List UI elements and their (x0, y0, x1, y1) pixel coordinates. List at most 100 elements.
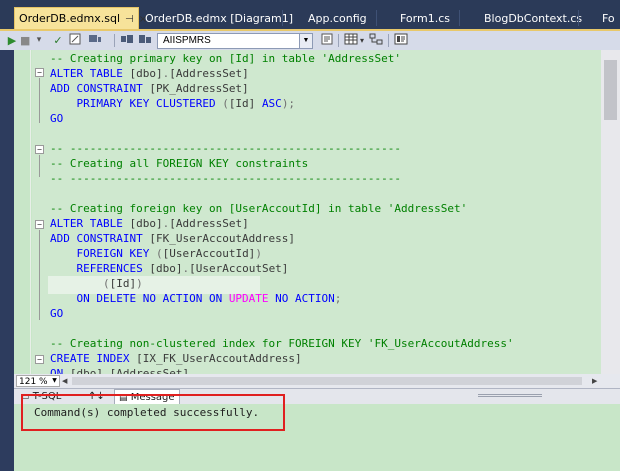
code-token: ; (334, 292, 342, 305)
chevron-down-icon[interactable]: ▼ (299, 34, 312, 48)
code-token: [IX_FK_UserAccoutAddress] (136, 352, 302, 365)
horizontal-scrollbar-thumb[interactable] (72, 377, 582, 385)
database-select-value: AIISPMRS (163, 35, 211, 46)
tab-app-config[interactable]: App.config (308, 8, 367, 29)
stop-icon[interactable]: ■ (20, 33, 30, 48)
outline-line (39, 230, 40, 320)
collapse-icon[interactable]: − (35, 355, 44, 364)
code-line[interactable]: GO (50, 111, 63, 126)
code-token: [AddressSet] (169, 217, 249, 230)
code-token: UPDATE (228, 292, 269, 305)
code-line[interactable]: CREATE INDEX [IX_FK_UserAccoutAddress] (50, 351, 302, 366)
code-token: CREATE INDEX (50, 352, 137, 365)
query-options-icon[interactable] (320, 33, 334, 48)
code-token: ON DELETE NO ACTION ON (50, 292, 229, 305)
estimated-plan-icon[interactable] (69, 33, 81, 48)
code-token: REFERENCES (50, 262, 150, 275)
sql-editor-toolbar: ▶ ■ ▾ ✓ AIISPMRS ▼ ▾ (0, 29, 620, 50)
tab-separator (459, 10, 460, 26)
change-connection-icon[interactable] (138, 33, 152, 48)
code-token: [UserAccoutSet] (189, 262, 289, 275)
code-token: ) (255, 247, 262, 260)
pin-icon[interactable]: ⊣ (125, 9, 134, 30)
tab-label: App.config (308, 12, 367, 25)
code-token: PRIMARY KEY CLUSTERED (50, 97, 223, 110)
code-token: -- -------------------------------------… (50, 142, 401, 155)
scroll-left-icon[interactable]: ◀ (62, 376, 70, 386)
editor-gutter (14, 50, 31, 374)
tab-separator (282, 10, 283, 26)
code-line[interactable]: -- Creating primary key on [Id] in table… (50, 51, 401, 66)
code-line[interactable]: -- -------------------------------------… (50, 141, 401, 156)
comment-icon[interactable] (394, 33, 408, 48)
zoom-value: 121 % (19, 377, 48, 387)
code-token: ASC (261, 97, 282, 110)
code-line[interactable]: ALTER TABLE [dbo].[AddressSet] (50, 216, 249, 231)
collapse-icon[interactable]: − (35, 68, 44, 77)
code-token: ( (222, 97, 229, 110)
tab-form1-cs[interactable]: Form1.cs (400, 8, 450, 29)
code-line[interactable]: -- Creating non-clustered index for FORE… (50, 336, 514, 351)
code-token: [PK_AddressSet] (149, 82, 249, 95)
vertical-scrollbar-thumb[interactable] (604, 60, 617, 120)
connect-icon[interactable] (120, 33, 134, 48)
check-icon[interactable]: ✓ (52, 33, 64, 48)
code-line[interactable]: ADD CONSTRAINT [PK_AddressSet] (50, 81, 249, 96)
code-line[interactable]: -- -------------------------------------… (50, 171, 401, 186)
tab-orderdb-edmx-diagram[interactable]: OrderDB.edmx [Diagram1] (145, 8, 293, 29)
code-token: [AddressSet] (169, 67, 249, 80)
tab-label: OrderDB.edmx.sql (19, 12, 121, 25)
code-line[interactable]: ON DELETE NO ACTION ON UPDATE NO ACTION; (50, 291, 341, 306)
code-token: NO ACTION (268, 292, 335, 305)
tab-separator (376, 10, 377, 26)
document-tab-bar: OrderDB.edmx.sql ⊣ × OrderDB.edmx [Diagram… (0, 0, 620, 29)
code-line[interactable]: ADD CONSTRAINT [FK_UserAccoutAddress] (50, 231, 295, 246)
code-token: ); (281, 97, 296, 110)
code-line[interactable]: PRIMARY KEY CLUSTERED ([Id] ASC); (50, 96, 295, 111)
code-token: ALTER TABLE (50, 67, 130, 80)
collapse-icon[interactable]: − (35, 220, 44, 229)
code-line[interactable]: REFERENCES [dbo].[UserAccoutSet] (50, 261, 288, 276)
code-token: -- Creating non-clustered index for FORE… (50, 337, 514, 350)
code-line[interactable]: ([Id]) (50, 276, 143, 291)
highlight-box (21, 394, 285, 431)
code-token: [Id] (228, 97, 262, 110)
zoom-select[interactable]: 121 % ▼ (16, 375, 60, 387)
chevron-down-icon[interactable]: ▾ (358, 33, 366, 48)
chevron-down-icon[interactable]: ▼ (50, 376, 59, 386)
code-line[interactable]: -- Creating all FOREIGN KEY constraints (50, 156, 308, 171)
pane-splitter-grip[interactable] (478, 394, 542, 397)
code-line[interactable]: ALTER TABLE [dbo].[AddressSet] (50, 66, 249, 81)
disconnect-icon[interactable] (88, 33, 102, 48)
tab-separator (578, 10, 579, 26)
tab-label: Form1.cs (400, 12, 450, 25)
code-token: -- -------------------------------------… (50, 172, 401, 185)
tab-overflow[interactable]: Fo (602, 8, 615, 29)
toolbar-separator (388, 34, 389, 47)
toolbar-separator (338, 34, 339, 47)
code-token: GO (50, 307, 64, 320)
code-token: ) (136, 277, 143, 290)
indent-options-icon[interactable] (369, 33, 383, 48)
code-token: [Id] (109, 277, 137, 290)
code-token: -- Creating foreign key on [UserAccoutId… (50, 202, 468, 215)
code-line[interactable]: FOREIGN KEY ([UserAccoutId]) (50, 246, 262, 261)
code-token: ALTER TABLE (50, 217, 130, 230)
collapse-icon[interactable]: − (35, 145, 44, 154)
code-token: -- Creating all FOREIGN KEY constraints (50, 157, 309, 170)
code-token: FOREIGN KEY (50, 247, 156, 260)
code-token: ( (50, 277, 110, 290)
toolbar-separator (114, 34, 115, 47)
scroll-right-icon[interactable]: ▶ (592, 376, 600, 386)
code-line[interactable]: GO (50, 306, 63, 321)
code-token: [UserAccoutId] (162, 247, 256, 260)
code-token: ( (155, 247, 163, 260)
outline-line (39, 78, 40, 123)
tab-orderdb-edmx-sql[interactable]: OrderDB.edmx.sql ⊣ × (14, 7, 147, 30)
execute-icon[interactable]: ▶ (6, 33, 18, 48)
code-line[interactable]: -- Creating foreign key on [UserAccoutId… (50, 201, 467, 216)
dropdown-arrow-icon[interactable]: ▾ (34, 33, 44, 48)
database-select[interactable]: AIISPMRS ▼ (157, 33, 313, 49)
results-grid-icon[interactable] (344, 33, 358, 48)
tab-blogdbcontext-cs[interactable]: BlogDbContext.cs (484, 8, 582, 29)
